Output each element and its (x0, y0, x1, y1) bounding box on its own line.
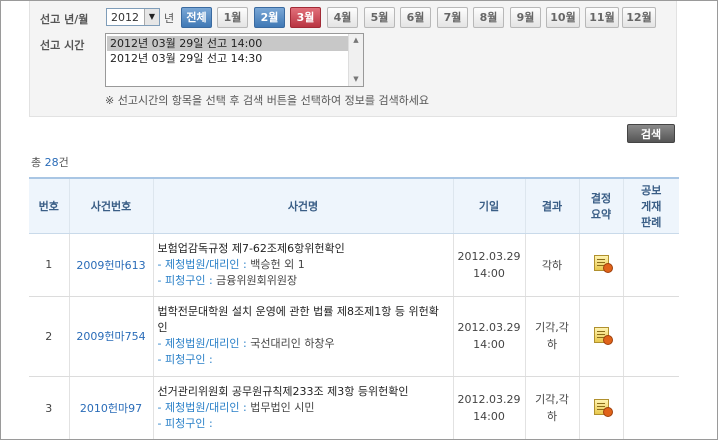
respondent-value: 금융위원회위원장 (216, 273, 298, 287)
case-number-link[interactable]: 2009헌마754 (69, 296, 154, 377)
respondent-line: - 피청구인 : (158, 416, 449, 432)
header-decision-summary: 결정 요약 (579, 177, 624, 234)
verdict-time-label: 선고 시간 (40, 39, 85, 52)
table-header-row: 번호 사건번호 사건명 기일 결과 결정 요약 공보 게재 판례 (29, 177, 679, 234)
verdict-table: 번호 사건번호 사건명 기일 결과 결정 요약 공보 게재 판례 1 2009헌… (29, 177, 679, 439)
result-count-prefix: 총 (31, 156, 45, 169)
month-button-4[interactable]: 4월 (327, 7, 358, 28)
month-button-3[interactable]: 3월 (290, 7, 321, 28)
representative-label: - 제청법원/대리인 : (157, 257, 251, 271)
respondent-label: - 피청구인 : (157, 353, 213, 366)
verdict-date: 2012.03.29 (457, 249, 521, 263)
month-button-8[interactable]: 8월 (473, 7, 504, 28)
result-cell: 기각,각하 (525, 296, 580, 377)
verdict-time: 14:00 (473, 338, 505, 351)
decision-summary-cell (579, 376, 624, 439)
month-button-5[interactable]: 5월 (364, 7, 395, 28)
month-button-7[interactable]: 7월 (437, 7, 468, 28)
verdict-time-option[interactable]: 2012년 03월 29일 선고 14:30 (107, 51, 348, 66)
result-count-number: 28 (44, 156, 59, 169)
result-cell: 각하 (525, 233, 580, 297)
case-title-cell: 보험업감독규정 제7-62조제6항위헌확인 - 제청법원/대리인 : 백승헌 외… (153, 233, 454, 297)
result-count: 총 28건 (31, 154, 69, 170)
result-cell: 기각,각하 (525, 376, 580, 439)
decision-summary-cell (579, 296, 624, 377)
representative-line: - 제청법원/대리인 : 백승헌 외 1 (158, 257, 449, 273)
header-published-precedent: 공보 게재 판례 (623, 177, 679, 234)
published-precedent-cell (623, 376, 679, 439)
row-number: 1 (29, 233, 70, 297)
respondent-label: - 피청구인 : (157, 417, 213, 430)
case-title-cell: 법학전문대학원 설치 운영에 관한 법률 제8조제1항 등 위헌확인 - 제청법… (153, 296, 454, 377)
table-row: 3 2010헌마97 선거관리위원회 공무원규칙제233조 제3항 등위헌확인 … (29, 376, 679, 439)
published-precedent-cell (623, 296, 679, 377)
row-number: 3 (29, 376, 70, 439)
verdict-time-listbox[interactable]: 2012년 03월 29일 선고 14:00 2012년 03월 29일 선고 … (105, 33, 364, 87)
date-cell: 2012.03.29 14:00 (453, 233, 526, 297)
representative-label: - 제청법원/대리인 : (157, 337, 251, 350)
representative-value: 백승헌 외 1 (250, 257, 305, 271)
document-summary-icon[interactable] (593, 255, 613, 273)
month-button-1[interactable]: 1월 (217, 7, 248, 28)
case-title[interactable]: 보험업감독규정 제7-62조제6항위헌확인 (158, 241, 449, 257)
month-button-12[interactable]: 12월 (622, 7, 656, 28)
decision-summary-cell (579, 233, 624, 297)
search-filter-panel: 선고 년/월 2012 ▼ 년 전체 1월 2월 3월 4월 5월 6월 7월 … (29, 1, 677, 117)
verdict-time: 14:00 (473, 266, 505, 280)
year-unit-label: 년 (164, 12, 175, 25)
respondent-label: - 피청구인 : (157, 273, 217, 287)
date-cell: 2012.03.29 14:00 (453, 376, 526, 439)
verdict-date: 2012.03.29 (457, 393, 521, 406)
published-precedent-cell (623, 233, 679, 297)
case-title[interactable]: 선거관리위원회 공무원규칙제233조 제3항 등위헌확인 (158, 384, 449, 400)
representative-line: - 제청법원/대리인 : 법무법인 시민 (158, 400, 449, 416)
verdict-time-option[interactable]: 2012년 03월 29일 선고 14:00 (107, 36, 348, 51)
result-count-suffix: 건 (58, 156, 69, 169)
scroll-up-icon[interactable]: ▲ (349, 34, 363, 47)
month-button-2[interactable]: 2월 (254, 7, 285, 28)
chevron-down-icon[interactable]: ▼ (144, 9, 159, 25)
search-notice: ※ 선고시간의 항목을 선택 후 검색 버튼을 선택하여 정보를 검색하세요 (105, 94, 430, 107)
month-button-10[interactable]: 10월 (546, 7, 580, 28)
search-button[interactable]: 검색 (627, 124, 675, 143)
case-title[interactable]: 법학전문대학원 설치 운영에 관한 법률 제8조제1항 등 위헌확인 (158, 304, 449, 336)
table-row: 1 2009헌마613 보험업감독규정 제7-62조제6항위헌확인 - 제청법원… (29, 233, 679, 297)
document-summary-icon[interactable] (593, 326, 613, 345)
month-button-6[interactable]: 6월 (400, 7, 431, 28)
representative-line: - 제청법원/대리인 : 국선대리인 하창우 (158, 336, 449, 352)
year-month-label: 선고 년/월 (40, 13, 89, 26)
case-number-link[interactable]: 2010헌마97 (69, 376, 154, 439)
table-row: 2 2009헌마754 법학전문대학원 설치 운영에 관한 법률 제8조제1항 … (29, 296, 679, 377)
month-button-9[interactable]: 9월 (510, 7, 541, 28)
row-number: 2 (29, 296, 70, 377)
representative-label: - 제청법원/대리인 : (157, 401, 251, 414)
case-number-link[interactable]: 2009헌마613 (69, 233, 154, 297)
respondent-line: - 피청구인 : (158, 352, 449, 368)
page-frame: 선고 년/월 2012 ▼ 년 전체 1월 2월 3월 4월 5월 6월 7월 … (0, 0, 718, 440)
representative-value: 법무법인 시민 (250, 401, 315, 414)
header-case-number: 사건번호 (69, 177, 154, 234)
header-date: 기일 (453, 177, 526, 234)
case-title-cell: 선거관리위원회 공무원규칙제233조 제3항 등위헌확인 - 제청법원/대리인 … (153, 376, 454, 439)
document-summary-icon[interactable] (593, 398, 613, 417)
verdict-time: 14:00 (473, 410, 505, 423)
date-cell: 2012.03.29 14:00 (453, 296, 526, 377)
scroll-down-icon[interactable]: ▼ (349, 73, 363, 86)
month-button-11[interactable]: 11월 (585, 7, 619, 28)
month-button-all[interactable]: 전체 (181, 7, 212, 28)
listbox-scrollbar[interactable]: ▲ ▼ (348, 34, 363, 86)
header-result: 결과 (525, 177, 580, 234)
header-case-title: 사건명 (153, 177, 454, 234)
year-select[interactable]: 2012 ▼ (106, 8, 160, 26)
year-select-value: 2012 (111, 11, 139, 24)
representative-value: 국선대리인 하창우 (250, 337, 335, 350)
verdict-date: 2012.03.29 (457, 321, 521, 334)
respondent-line: - 피청구인 : 금융위원회위원장 (158, 273, 449, 289)
header-number: 번호 (29, 177, 70, 234)
